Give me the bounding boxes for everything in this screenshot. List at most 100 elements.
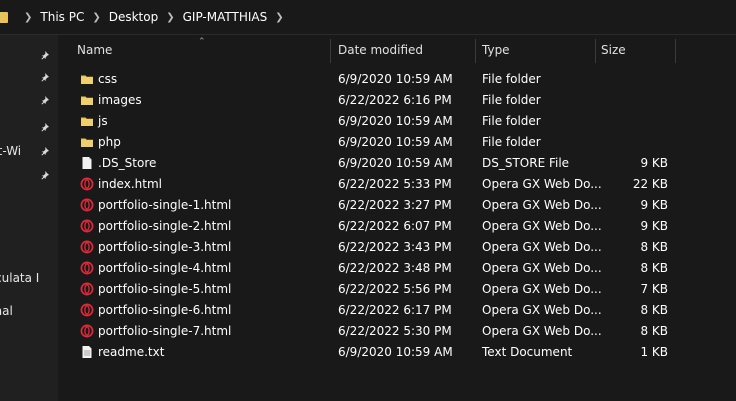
- file-name: portfolio-single-5.html: [98, 282, 232, 296]
- pin-icon: [41, 123, 49, 132]
- file-size: 8 KB: [640, 324, 668, 338]
- file-list: ⌃ Name Date modified Type Size css 6/9/20…: [58, 35, 736, 401]
- file-name: portfolio-single-3.html: [98, 240, 232, 254]
- file-size: 22 KB: [632, 177, 668, 191]
- nav-item[interactable]: [0, 233, 58, 253]
- file-date-modified: 6/22/2022 5:33 PM: [338, 177, 452, 191]
- file-size: 8 KB: [640, 261, 668, 275]
- file-row[interactable]: portfolio-single-4.html 6/22/2022 3:48 PM…: [58, 258, 736, 279]
- column-name[interactable]: Name: [77, 35, 112, 65]
- file-type: Opera GX Web Do...: [482, 198, 602, 212]
- file-date-modified: 6/22/2022 6:17 PM: [338, 303, 452, 317]
- folder-icon: [0, 11, 8, 23]
- file-name: portfolio-single-4.html: [98, 261, 232, 275]
- nav-item[interactable]: [0, 45, 58, 65]
- file-type: File folder: [482, 93, 541, 107]
- column-type[interactable]: Type: [482, 35, 510, 65]
- opera-gx-icon: [80, 219, 94, 233]
- file-type: Opera GX Web Do...: [482, 324, 602, 338]
- breadcrumb-this-pc[interactable]: This PC: [40, 10, 84, 24]
- column-divider[interactable]: [330, 39, 331, 63]
- chevron-right-icon[interactable]: ❯: [166, 12, 174, 23]
- nav-item-label: maculata I: [0, 271, 40, 285]
- file-size: 9 KB: [640, 156, 668, 170]
- file-row[interactable]: .DS_Store 6/9/2020 10:59 AM DS_STORE File 9…: [58, 153, 736, 174]
- nav-item-label: lient-Wi: [0, 144, 22, 158]
- file-type: Opera GX Web Do...: [482, 177, 602, 191]
- nav-item[interactable]: rsonal: [0, 301, 58, 321]
- folder-icon: [80, 135, 94, 149]
- file-row[interactable]: portfolio-single-5.html 6/22/2022 5:56 PM…: [58, 279, 736, 300]
- nav-item[interactable]: maculata I: [0, 268, 58, 288]
- file-name: portfolio-single-1.html: [98, 198, 232, 212]
- nav-item[interactable]: [0, 67, 58, 87]
- file-date-modified: 6/22/2022 6:07 PM: [338, 219, 452, 233]
- chevron-right-icon[interactable]: ❯: [92, 12, 100, 23]
- nav-item-label: rsonal: [0, 304, 13, 318]
- pin-icon: [41, 171, 49, 180]
- nav-item[interactable]: AS: [0, 188, 58, 208]
- breadcrumb: ❯ This PC ❯ Desktop ❯ GIP-MATTHIAS ❯: [0, 0, 736, 35]
- column-size[interactable]: Size: [601, 35, 626, 65]
- file-date-modified: 6/9/2020 10:59 AM: [338, 135, 453, 149]
- file-type: Opera GX Web Do...: [482, 303, 602, 317]
- file-name: .DS_Store: [98, 156, 157, 170]
- file-size: 1 KB: [640, 345, 668, 359]
- file-size: 9 KB: [640, 198, 668, 212]
- chevron-right-icon[interactable]: ❯: [24, 12, 32, 23]
- column-header: ⌃ Name Date modified Type Size: [58, 35, 736, 65]
- file-row[interactable]: portfolio-single-6.html 6/22/2022 6:17 PM…: [58, 300, 736, 321]
- column-divider[interactable]: [675, 39, 676, 63]
- navigation-pane: lient-Wi ls AS maculata I rsonal: [0, 35, 58, 401]
- column-divider[interactable]: [595, 39, 596, 63]
- pin-icon: [41, 51, 49, 60]
- nav-item[interactable]: lient-Wi: [0, 141, 58, 161]
- folder-icon: [80, 93, 94, 107]
- file-type: File folder: [482, 114, 541, 128]
- sort-ascending-icon: ⌃: [198, 37, 206, 47]
- opera-gx-icon: [80, 303, 94, 317]
- file-type: Text Document: [482, 345, 573, 359]
- file-name: js: [98, 114, 108, 128]
- column-divider[interactable]: [475, 39, 476, 63]
- file-row[interactable]: css 6/9/2020 10:59 AM File folder: [58, 69, 736, 90]
- file-row[interactable]: portfolio-single-3.html 6/22/2022 3:43 PM…: [58, 237, 736, 258]
- file-name: portfolio-single-7.html: [98, 324, 232, 338]
- file-date-modified: 6/22/2022 6:16 PM: [338, 93, 452, 107]
- file-size: 7 KB: [640, 282, 668, 296]
- file-row[interactable]: readme.txt 6/9/2020 10:59 AM Text Document…: [58, 342, 736, 363]
- opera-gx-icon: [80, 240, 94, 254]
- file-name: readme.txt: [98, 345, 165, 359]
- opera-gx-icon: [80, 177, 94, 191]
- file-size: 9 KB: [640, 219, 668, 233]
- chevron-right-icon[interactable]: ❯: [275, 12, 283, 23]
- file-name: portfolio-single-2.html: [98, 219, 232, 233]
- nav-item[interactable]: [0, 117, 58, 137]
- file-row[interactable]: portfolio-single-7.html 6/22/2022 5:30 PM…: [58, 321, 736, 342]
- folder-icon: [80, 72, 94, 86]
- file-date-modified: 6/22/2022 3:48 PM: [338, 261, 452, 275]
- file-row[interactable]: portfolio-single-1.html 6/22/2022 3:27 PM…: [58, 195, 736, 216]
- pin-icon: [41, 96, 49, 105]
- file-type: Opera GX Web Do...: [482, 261, 602, 275]
- file-row[interactable]: php 6/9/2020 10:59 AM File folder: [58, 132, 736, 153]
- file-row[interactable]: portfolio-single-2.html 6/22/2022 6:07 PM…: [58, 216, 736, 237]
- file-row[interactable]: images 6/22/2022 6:16 PM File folder: [58, 90, 736, 111]
- nav-item[interactable]: ls: [0, 165, 58, 185]
- file-size: 8 KB: [640, 303, 668, 317]
- file-date-modified: 6/9/2020 10:59 AM: [338, 72, 453, 86]
- breadcrumb-gip-matthias[interactable]: GIP-MATTHIAS: [183, 10, 268, 24]
- file-date-modified: 6/9/2020 10:59 AM: [338, 114, 453, 128]
- file-row[interactable]: js 6/9/2020 10:59 AM File folder: [58, 111, 736, 132]
- nav-item[interactable]: [0, 90, 58, 110]
- opera-gx-icon: [80, 198, 94, 212]
- column-date-modified[interactable]: Date modified: [338, 35, 423, 65]
- file-type: Opera GX Web Do...: [482, 240, 602, 254]
- file-size: 8 KB: [640, 240, 668, 254]
- file-date-modified: 6/22/2022 3:27 PM: [338, 198, 452, 212]
- file-date-modified: 6/9/2020 10:59 AM: [338, 156, 453, 170]
- file-name: index.html: [98, 177, 162, 191]
- file-row[interactable]: index.html 6/22/2022 5:33 PM Opera GX Web …: [58, 174, 736, 195]
- breadcrumb-desktop[interactable]: Desktop: [109, 10, 159, 24]
- opera-gx-icon: [80, 282, 94, 296]
